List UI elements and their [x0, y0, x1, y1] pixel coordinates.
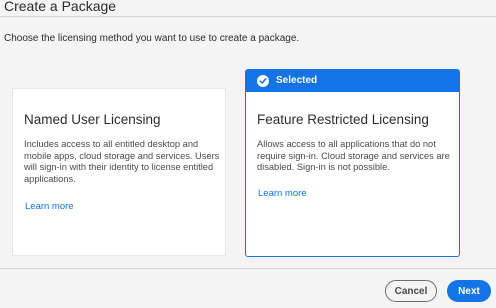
footer-divider: [0, 268, 496, 269]
page-title: Create a Package: [4, 0, 117, 14]
card-title: Feature Restricted Licensing: [257, 112, 429, 127]
card-description: Includes access to all entitled desktop …: [24, 139, 220, 184]
learn-more-link[interactable]: Learn more: [25, 201, 74, 212]
cancel-button[interactable]: Cancel: [385, 280, 437, 302]
selected-label: Selected: [276, 75, 318, 86]
card-title: Named User Licensing: [24, 112, 161, 127]
learn-more-link[interactable]: Learn more: [258, 188, 307, 199]
header-divider: [0, 16, 496, 17]
next-button[interactable]: Next: [447, 280, 491, 302]
feature-restricted-licensing-card[interactable]: Selected Feature Restricted Licensing Al…: [245, 69, 460, 257]
page-subtitle: Choose the licensing method you want to …: [4, 33, 300, 44]
card-description: Allows access to all applications that d…: [257, 139, 450, 172]
named-user-licensing-card[interactable]: Named User Licensing Includes access to …: [12, 88, 226, 256]
selected-banner: Selected: [246, 70, 459, 92]
checkmark-circle-icon: [257, 75, 269, 87]
